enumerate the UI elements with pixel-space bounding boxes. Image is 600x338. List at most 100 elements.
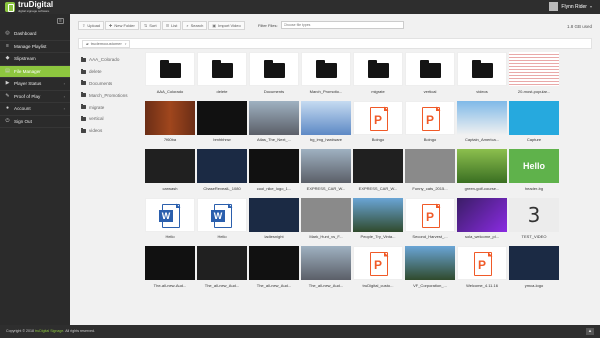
folder-icon	[420, 60, 441, 78]
sidebar-item-player-status[interactable]: ▶ Player Status ›	[0, 78, 70, 91]
footer: Copyright © 2018 truDigital Signage. All…	[0, 325, 600, 338]
file-tile[interactable]: W Hello	[197, 197, 247, 247]
file-name: The_all-new_Aud...	[204, 282, 240, 288]
file-tile[interactable]: P Boingo	[405, 100, 455, 150]
image-thumbnail	[145, 100, 195, 135]
file-tile[interactable]: The_all-new_Aud...	[197, 246, 247, 295]
image-thumbnail	[249, 197, 299, 232]
tree-item[interactable]: vertical	[78, 113, 144, 125]
file-tile[interactable]: green-golf-course...	[457, 149, 507, 198]
file-tile[interactable]: bg_img_hardware	[301, 100, 351, 150]
image-thumbnail	[353, 149, 403, 183]
folder-thumbnail	[249, 52, 299, 86]
sidebar-item-manage-playlist[interactable]: ≡ Manage Playlist	[0, 41, 70, 53]
file-tile[interactable]: vertical	[405, 52, 455, 101]
file-tile[interactable]: Documents	[249, 52, 299, 101]
file-tile[interactable]: P Boingo	[353, 100, 403, 150]
image-thumbnail	[145, 246, 195, 280]
tree-item[interactable]: videos	[78, 125, 144, 137]
playlist-icon: ≡	[6, 42, 9, 49]
tree-item-label: delete	[89, 69, 102, 75]
image-thumbnail	[509, 100, 559, 135]
tree-item[interactable]: March_Promotions	[78, 89, 144, 101]
sidebar-item-label: Account	[14, 106, 31, 112]
file-name: TEST_VIDEO	[521, 234, 547, 239]
scroll-top-button[interactable]: ▴	[586, 328, 594, 335]
file-tile[interactable]: Capture	[509, 100, 559, 150]
file-tile[interactable]: ymca-logo	[509, 246, 559, 295]
file-name: Boingo	[423, 137, 437, 142]
sort-icon: ⇅	[143, 23, 148, 28]
file-tile[interactable]: The_all-new_Aud...	[249, 246, 299, 295]
tree-item[interactable]: delete	[78, 66, 144, 78]
file-tile[interactable]: Atlas_The_Next_...	[249, 100, 299, 150]
import-video-button[interactable]: ▣ Import Video	[208, 21, 245, 30]
sidebar-toggle[interactable]: ≡	[0, 14, 70, 28]
tree-item[interactable]: AAA_Colorado	[78, 54, 144, 66]
tree-item[interactable]: migrate	[78, 101, 144, 113]
tree-item-label: March_Promotions	[89, 92, 128, 98]
sidebar-item-dashboard[interactable]: ◎ Dashboard	[0, 28, 70, 41]
file-tile[interactable]: People_Try_Vinta...	[353, 197, 403, 247]
sort-button[interactable]: ⇅ Sort	[139, 21, 161, 30]
user-menu[interactable]: Flynn Rider ▾	[549, 2, 592, 11]
folder-icon: ▰	[86, 41, 89, 46]
file-tile[interactable]: The_all-new_Aud...	[301, 246, 351, 295]
file-tile[interactable]: P Second_Harvest_...	[405, 197, 455, 247]
file-name: ymca-logo	[524, 282, 544, 288]
file-name: The-all-new-Aud...	[153, 282, 187, 288]
file-tile[interactable]: The-all-new-Aud...	[145, 246, 195, 295]
file-tile[interactable]: delete	[197, 52, 247, 101]
file-tile[interactable]: Mark_Hunt_vs_F...	[301, 197, 351, 247]
sidebar-item-label: Proof of Play	[14, 93, 41, 99]
file-tile[interactable]: 3 TEST_VIDEO	[509, 197, 559, 247]
image-thumbnail	[509, 52, 559, 86]
file-tile[interactable]: sola_welcome_pl...	[457, 197, 507, 247]
file-tile[interactable]: Captain_America...	[457, 100, 507, 150]
sidebar-item-account[interactable]: ● Account ›	[0, 103, 70, 116]
file-tile[interactable]: P Welcome_4.11.16	[457, 246, 507, 295]
file-tile[interactable]: W Hello	[145, 197, 195, 247]
list-view-button[interactable]: ☰ List	[161, 21, 182, 30]
sidebar-item-file-manager[interactable]: ▤ File Manager	[0, 65, 70, 78]
new-folder-button[interactable]: ✚ New Folder	[105, 21, 139, 30]
file-tile[interactable]: PtruDigital_custo...	[353, 246, 403, 295]
pdf-thumbnail: P	[405, 100, 455, 135]
sidebar-item-sign-out[interactable]: ⏻ Sign Out	[0, 116, 70, 128]
file-name: sola_welcome_pl...	[464, 234, 500, 239]
folder-icon	[81, 92, 86, 98]
file-tile[interactable]: VF_Corporation_...	[405, 246, 455, 295]
logo-text: truDigital	[18, 0, 54, 9]
file-tile[interactable]: carwash	[145, 149, 195, 198]
footer-brand-link[interactable]: truDigital Signage	[35, 329, 63, 333]
image-thumbnail	[509, 246, 559, 280]
file-tile[interactable]: videos	[457, 52, 507, 101]
app-logo[interactable]: truDigital digital signage software	[5, 1, 53, 13]
file-tile[interactable]: ladiesnight	[249, 197, 299, 247]
player-icon: ▶	[5, 80, 10, 87]
filter-input[interactable]	[280, 21, 404, 29]
file-tile[interactable]: migrate	[353, 52, 403, 101]
folder-icon	[212, 60, 233, 78]
file-tile[interactable]: EXPRESS_CAR_W...	[353, 149, 403, 198]
upload-button[interactable]: ⇪ Upload	[78, 21, 105, 30]
file-tile[interactable]: ChaseRevealL_1080	[197, 149, 247, 198]
file-tile[interactable]: 7f60ba	[145, 100, 195, 150]
folder-icon	[81, 127, 86, 133]
file-tile[interactable]: Funny_cats_2015...	[405, 149, 455, 198]
file-tile[interactable]: Hello World! header-bg	[509, 149, 559, 198]
breadcrumb-root[interactable]: ▰ trudemocustomer ▾	[82, 39, 131, 48]
chevron-right-icon: ›	[63, 93, 65, 99]
file-tile[interactable]: cool_nike_logo_1...	[249, 149, 299, 198]
file-tile[interactable]: bmhbhnw	[197, 100, 247, 150]
file-tile[interactable]: March_Promotio...	[301, 52, 351, 101]
search-button[interactable]: ⌕ Search	[182, 21, 208, 30]
file-tile[interactable]: EXPRESS_CAR_W...	[301, 149, 351, 198]
pdf-icon: P	[370, 252, 388, 276]
file-tile[interactable]: AAA_Colorado	[145, 52, 195, 101]
tree-item[interactable]: Documents	[78, 78, 144, 90]
pdf-thumbnail: P	[405, 197, 455, 232]
sidebar-item-slipstream[interactable]: ◆ Slipstream	[0, 53, 70, 66]
sidebar-item-proof-of-play[interactable]: ✎ Proof of Play ›	[0, 91, 70, 103]
file-tile[interactable]: 20-most-popular...	[509, 52, 559, 101]
